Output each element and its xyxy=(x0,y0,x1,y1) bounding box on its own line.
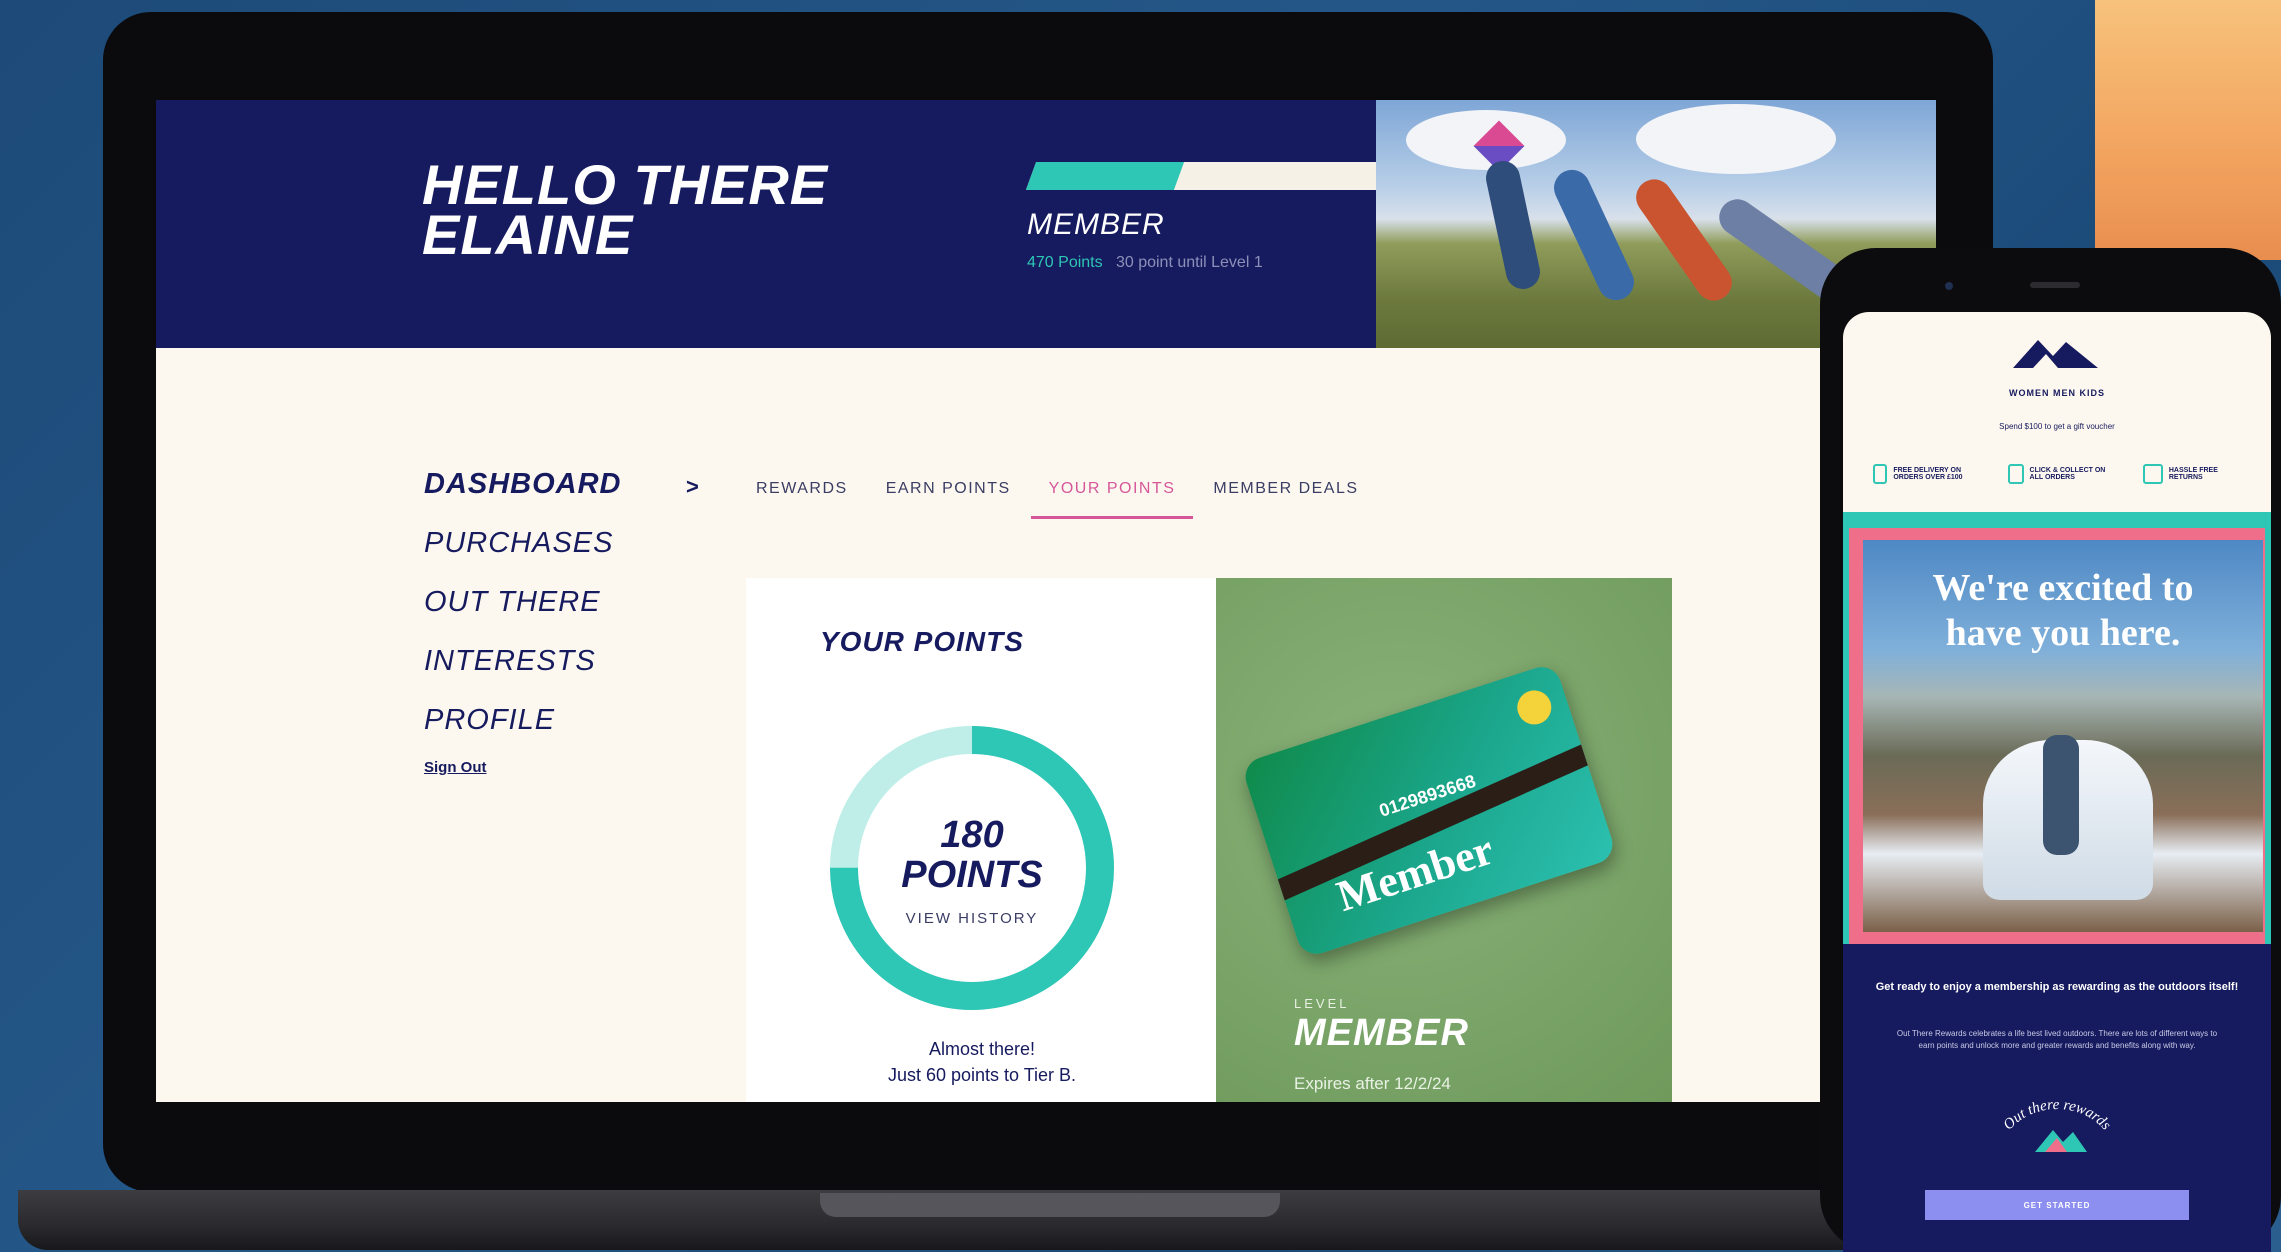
sidebar-item-interests[interactable]: INTERESTS xyxy=(424,645,622,678)
headline-line-2: have you here. xyxy=(1945,612,2181,654)
sign-out-link[interactable]: Sign Out xyxy=(424,759,622,776)
sidebar-item-profile[interactable]: PROFILE xyxy=(424,704,622,737)
points-unit: POINTS xyxy=(901,854,1043,896)
points-card-title: YOUR POINTS xyxy=(820,626,1024,657)
phone-body-text: Out There Rewards celebrates a life best… xyxy=(1896,1029,2218,1050)
sidebar-item-dashboard[interactable]: DASHBOARD xyxy=(424,468,622,501)
phone-nav[interactable]: WOMEN MEN KIDS xyxy=(1843,388,2271,398)
member-card-panel: 0129893668 Member LEVEL MEMBER Expires a… xyxy=(1216,578,1672,1102)
headline-line-1: We're excited to xyxy=(1932,567,2194,609)
tab-rewards[interactable]: REWARDS xyxy=(756,480,848,519)
person-shape xyxy=(1482,157,1544,293)
points-total: 470 Points xyxy=(1027,254,1103,271)
store-icon xyxy=(2008,464,2024,484)
tier-message-line-2: Just 60 points to Tier B. xyxy=(887,1065,1077,1085)
sidebar-item-out-there[interactable]: OUT THERE xyxy=(424,586,622,619)
feature-collect: CLICK & COLLECT ON ALL ORDERS xyxy=(2008,464,2118,484)
hero-banner: HELLO THERE ELAINE MEMBER 470 Points 30 … xyxy=(156,100,1936,348)
tab-your-points[interactable]: YOUR POINTS xyxy=(1030,480,1194,519)
level-label: LEVEL xyxy=(1294,996,1350,1011)
greeting: HELLO THERE ELAINE xyxy=(422,157,828,266)
phone-screen: WOMEN MEN KIDS Spend $100 to get a gift … xyxy=(1843,312,2271,1252)
side-navigation: DASHBOARD PURCHASES OUT THERE INTERESTS … xyxy=(424,468,622,776)
points-card: YOUR POINTS 180 POINTS VIEW HISTORY Almo… xyxy=(746,578,1218,1102)
greeting-line-2: ELAINE xyxy=(422,203,634,266)
tier-message-line-1: Almost there! xyxy=(928,1039,1036,1059)
phone-lead-text: Get ready to enjoy a membership as rewar… xyxy=(1875,981,2239,993)
cloud-shape xyxy=(1636,104,1836,174)
person-shape xyxy=(1548,163,1640,307)
phone-features: FREE DELIVERY ON ORDERS OVER £100 CLICK … xyxy=(1873,464,2253,484)
get-started-button[interactable]: GET STARTED xyxy=(1925,1190,2189,1220)
tab-member-deals[interactable]: MEMBER DEALS xyxy=(1213,480,1358,519)
mountain-logo-icon xyxy=(2013,340,2098,368)
tier-message: Almost there! Just 60 points to Tier B. xyxy=(786,1036,1178,1088)
phone-hero-frame: We're excited to have you here. xyxy=(1849,528,2265,944)
background-light xyxy=(2095,0,2281,260)
feature-returns: HASSLE FREE RETURNS xyxy=(2143,464,2253,484)
tier-name: MEMBER xyxy=(1027,208,1165,241)
feature-label: CLICK & COLLECT ON ALL ORDERS xyxy=(2029,467,2106,481)
truck-icon xyxy=(1873,464,1888,484)
chevron-right-icon: > xyxy=(686,474,699,499)
phone-promo: Spend $100 to get a gift voucher xyxy=(1999,422,2115,431)
tier-progress-fill xyxy=(1025,162,1184,190)
membership-card-image: 0129893668 Member xyxy=(1240,662,1618,959)
expiry-text: Expires after 12/2/24 xyxy=(1294,1074,1451,1093)
rewards-badge-logo: Out there rewards xyxy=(2000,1097,2114,1152)
feature-delivery: FREE DELIVERY ON ORDERS OVER £100 xyxy=(1873,464,1983,484)
phone-speaker xyxy=(2030,282,2080,288)
phone-hero: We're excited to have you here. xyxy=(1843,512,2271,944)
person-shape xyxy=(1629,172,1739,308)
phone-camera xyxy=(1945,282,1953,290)
box-icon xyxy=(2143,464,2163,484)
points-summary: 470 Points 30 point until Level 1 xyxy=(1027,254,1263,272)
points-value: 180 xyxy=(940,814,1004,856)
tab-earn-points[interactable]: EARN POINTS xyxy=(886,480,1011,519)
laptop-notch xyxy=(820,1193,1280,1217)
smiley-sticker-icon xyxy=(1512,685,1556,729)
level-name: MEMBER xyxy=(1294,1012,1469,1054)
phone-hero-photo: We're excited to have you here. xyxy=(1863,540,2263,932)
person-shape xyxy=(2043,735,2079,855)
points-remaining: 30 point until Level 1 xyxy=(1115,254,1263,271)
feature-label: HASSLE FREE RETURNS xyxy=(2168,467,2218,481)
tab-bar: REWARDS EARN POINTS YOUR POINTS MEMBER D… xyxy=(756,480,1359,519)
phone-headline: We're excited to have you here. xyxy=(1863,566,2263,656)
view-history-link[interactable]: VIEW HISTORY xyxy=(822,910,1122,927)
sidebar-item-purchases[interactable]: PURCHASES xyxy=(424,527,622,560)
laptop-screen: HELLO THERE ELAINE MEMBER 470 Points 30 … xyxy=(156,100,1936,1102)
feature-label: FREE DELIVERY ON ORDERS OVER £100 xyxy=(1893,467,1963,481)
phone-intro-section: Get ready to enjoy a membership as rewar… xyxy=(1843,944,2271,1252)
badge-text: Out there rewards xyxy=(2000,1097,2114,1133)
